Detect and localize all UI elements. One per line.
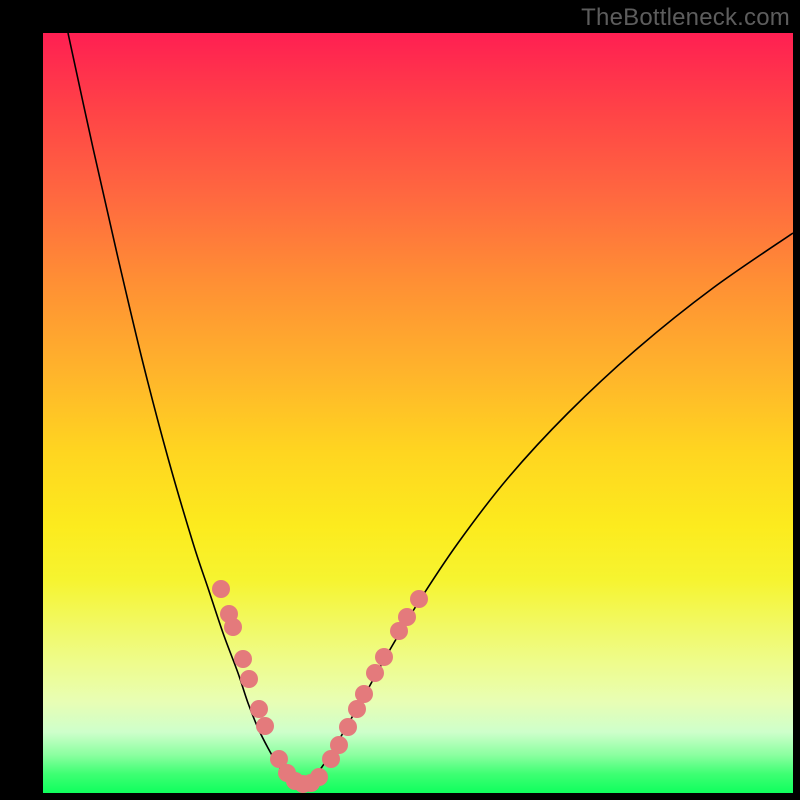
highlight-dot: [366, 664, 384, 682]
curve-left: [68, 33, 298, 785]
highlight-dot: [310, 768, 328, 786]
highlight-dot: [339, 718, 357, 736]
chart-frame: TheBottleneck.com: [0, 0, 800, 800]
curve-right: [298, 233, 793, 785]
highlight-dot: [330, 736, 348, 754]
highlight-dot: [224, 618, 242, 636]
highlight-dot: [256, 717, 274, 735]
highlight-dot: [234, 650, 252, 668]
watermark-text: TheBottleneck.com: [581, 4, 790, 32]
highlight-dot: [375, 648, 393, 666]
highlight-dot: [212, 580, 230, 598]
highlight-dot: [250, 700, 268, 718]
highlight-dot: [355, 685, 373, 703]
highlight-dot: [240, 670, 258, 688]
highlight-dot: [410, 590, 428, 608]
chart-svg: [43, 33, 793, 793]
highlight-dots-group: [212, 580, 428, 793]
highlight-dot: [398, 608, 416, 626]
plot-area: [43, 33, 793, 793]
